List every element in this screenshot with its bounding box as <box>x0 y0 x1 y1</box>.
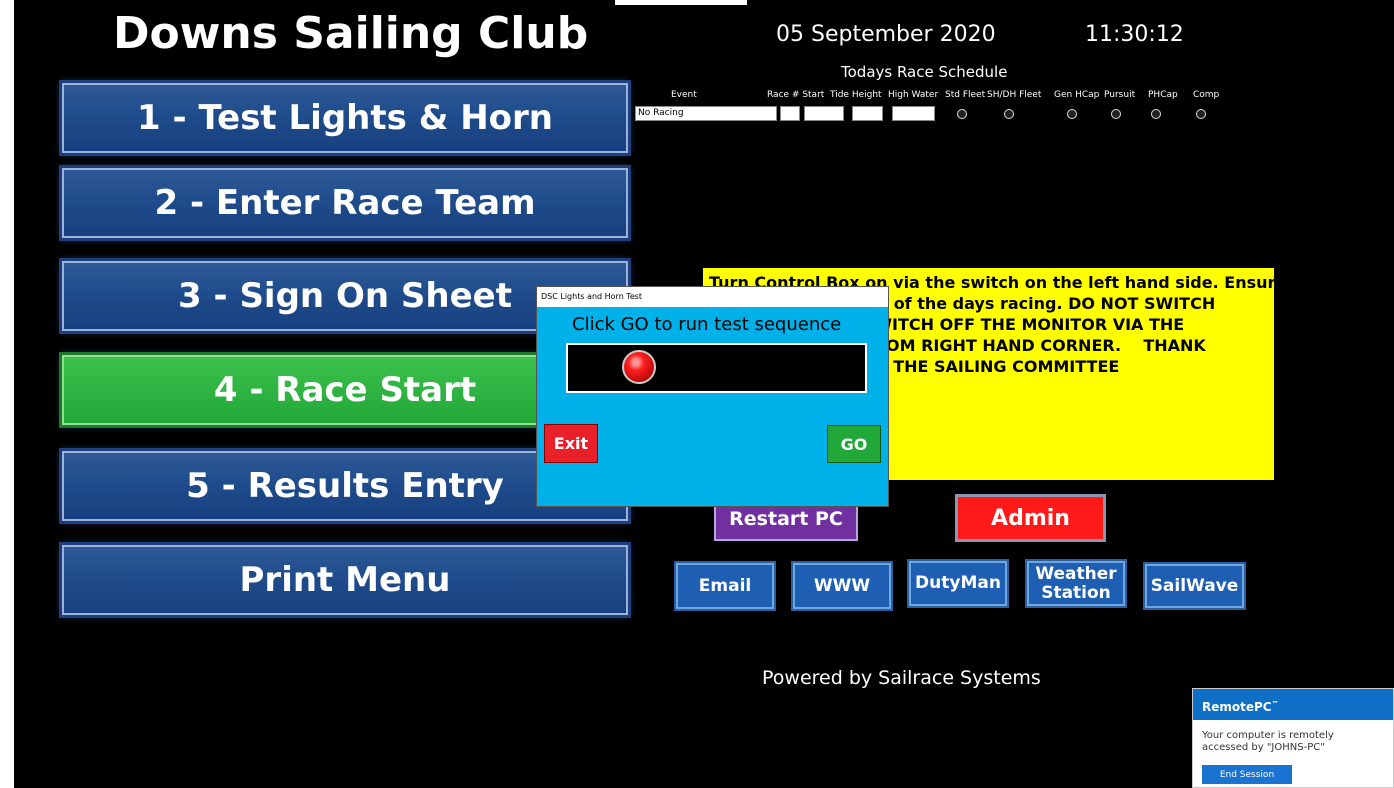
shdh-fleet-radio[interactable] <box>1004 109 1014 119</box>
print-menu-button[interactable]: Print Menu <box>59 542 631 618</box>
remotepc-notification: RemotePC™ Your computer is remotely acce… <box>1192 688 1394 788</box>
dialog-message: Click GO to run test sequence <box>572 314 842 335</box>
col-race-start: Race # Start <box>767 90 825 100</box>
comp-radio[interactable] <box>1196 109 1206 119</box>
col-pursuit: Pursuit <box>1104 90 1136 100</box>
col-shdh-fleet: SH/DH Fleet <box>987 90 1042 100</box>
sailwave-button[interactable]: SailWave <box>1143 562 1246 610</box>
col-gen-hcap: Gen HCap <box>1054 90 1100 100</box>
col-tide-height: Tide Height <box>830 90 882 100</box>
powered-by-footer: Powered by Sailrace Systems <box>762 667 1041 689</box>
trademark-mark: ™ <box>1271 700 1279 708</box>
email-button[interactable]: Email <box>674 561 776 611</box>
start-field[interactable] <box>804 106 844 121</box>
col-comp: Comp <box>1193 90 1220 100</box>
date-display: 05 September 2020 <box>776 22 996 47</box>
top-edge-bar <box>615 0 747 5</box>
race-number-field[interactable] <box>780 106 800 121</box>
www-button[interactable]: WWW <box>791 561 893 611</box>
lights-horn-test-dialog: DSC Lights and Horn Test Click GO to run… <box>536 286 889 507</box>
remotepc-brand: RemotePC <box>1202 700 1272 714</box>
red-light-icon <box>622 350 656 384</box>
std-fleet-radio[interactable] <box>957 109 967 119</box>
admin-button[interactable]: Admin <box>955 494 1106 542</box>
schedule-title: Todays Race Schedule <box>841 63 1008 81</box>
phcap-radio[interactable] <box>1151 109 1161 119</box>
remotepc-header: RemotePC™ <box>1193 689 1393 720</box>
enter-race-team-button[interactable]: 2 - Enter Race Team <box>59 165 631 241</box>
pursuit-radio[interactable] <box>1111 109 1121 119</box>
exit-button[interactable]: Exit <box>544 424 598 463</box>
light-indicator-panel <box>566 343 867 393</box>
col-std-fleet: Std Fleet <box>945 90 986 100</box>
high-water-field[interactable] <box>892 106 935 121</box>
time-display: 11:30:12 <box>1085 22 1184 47</box>
dutyman-button[interactable]: DutyMan <box>907 559 1009 608</box>
remote-access-message: Your computer is remotely accessed by "J… <box>1202 730 1334 753</box>
weather-station-button[interactable]: Weather Station <box>1025 559 1127 608</box>
go-button[interactable]: GO <box>827 425 881 463</box>
col-phcap: PHCap <box>1148 90 1178 100</box>
event-field[interactable]: No Racing <box>635 106 777 121</box>
dialog-title: DSC Lights and Horn Test <box>537 287 888 307</box>
col-event: Event <box>671 90 697 100</box>
tide-height-field[interactable] <box>852 106 883 121</box>
col-high-water: High Water <box>888 90 939 100</box>
club-title: Downs Sailing Club <box>113 8 589 59</box>
end-session-button[interactable]: End Session <box>1202 765 1292 784</box>
test-lights-horn-button[interactable]: 1 - Test Lights & Horn <box>59 80 631 156</box>
gen-hcap-radio[interactable] <box>1067 109 1077 119</box>
